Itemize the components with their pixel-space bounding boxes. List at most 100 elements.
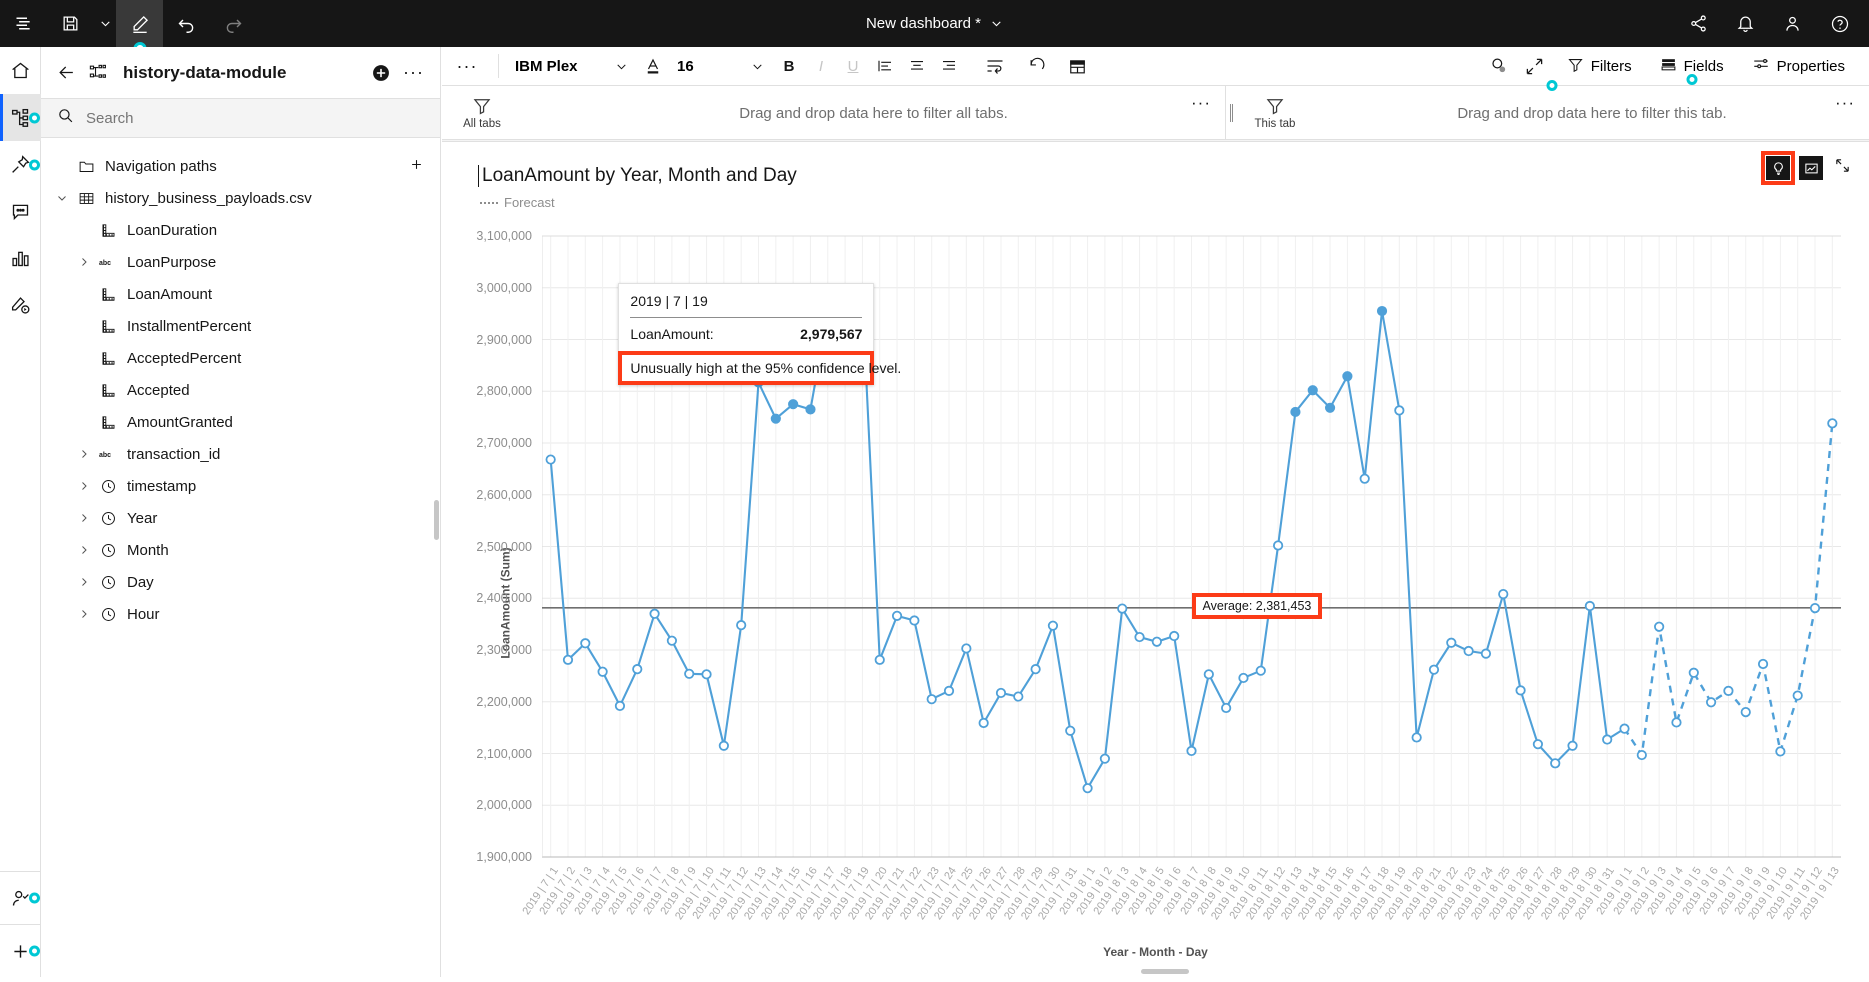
- bold-button[interactable]: B: [773, 47, 805, 86]
- field-tree-item[interactable]: abctransaction_id: [41, 438, 440, 470]
- this-tab-overflow-button[interactable]: ···: [1835, 94, 1855, 111]
- edit-pencil-icon[interactable]: [116, 0, 163, 47]
- sidebar-item-visualizations[interactable]: [0, 235, 41, 282]
- chevron-right-icon[interactable]: [73, 512, 95, 524]
- tab-properties[interactable]: Properties: [1740, 47, 1857, 86]
- field-tree-item[interactable]: abcLoanPurpose: [41, 246, 440, 278]
- field-tree-item[interactable]: Day: [41, 566, 440, 598]
- field-tree-item-label: transaction_id: [127, 446, 220, 463]
- chevron-right-icon[interactable]: [73, 256, 95, 268]
- search-icon: [57, 107, 74, 129]
- y-axis-tick-label: 2,600,000: [476, 488, 532, 502]
- y-axis-tick-label: 1,900,000: [476, 850, 532, 864]
- field-tree-item[interactable]: InstallmentPercent: [41, 310, 440, 342]
- insights-lightbulb-button[interactable]: [1766, 156, 1790, 180]
- chevron-right-icon[interactable]: [73, 448, 95, 460]
- field-tree-item[interactable]: Hour: [41, 598, 440, 630]
- field-tree-item-label: LoanAmount: [127, 286, 212, 303]
- x-axis-ticks: 2019 | 7 | 12019 | 7 | 22019 | 7 | 32019…: [542, 861, 1841, 981]
- all-tabs-overflow-button[interactable]: ···: [1191, 94, 1211, 111]
- font-color-button[interactable]: [637, 47, 669, 86]
- change-visualization-button[interactable]: [1799, 156, 1823, 180]
- filter-bar: All tabs Drag and drop data here to filt…: [442, 86, 1869, 140]
- field-tree-item-label: Navigation paths: [105, 158, 217, 175]
- sidebar-item-pinned[interactable]: [0, 141, 41, 188]
- reset-button[interactable]: [1021, 47, 1053, 86]
- italic-button[interactable]: I: [805, 47, 837, 86]
- field-tree-item[interactable]: AcceptedPercent: [41, 342, 440, 374]
- chart-title[interactable]: LoanAmount by Year, Month and Day: [478, 165, 797, 187]
- field-tree-item[interactable]: Year: [41, 502, 440, 534]
- field-tree-item[interactable]: LoanAmount: [41, 278, 440, 310]
- undo-icon[interactable]: [163, 0, 210, 47]
- sidebar-item-home[interactable]: [0, 47, 41, 94]
- chevron-right-icon[interactable]: [73, 480, 95, 492]
- sidebar-item-comments[interactable]: [0, 188, 41, 235]
- expand-icon[interactable]: [1519, 47, 1551, 86]
- add-source-button[interactable]: [371, 63, 391, 83]
- filter-zone-this-tab[interactable]: This tab Drag and drop data here to filt…: [1235, 86, 1869, 140]
- left-icon-rail: [0, 47, 41, 977]
- field-tree-item[interactable]: AmountGranted: [41, 406, 440, 438]
- save-caret-icon[interactable]: [94, 0, 116, 47]
- field-tree-item[interactable]: Navigation paths: [41, 150, 440, 182]
- dashboard-title-bar: New dashboard *: [0, 0, 1869, 47]
- fields-icon: [1660, 56, 1677, 77]
- field-tree-item[interactable]: timestamp: [41, 470, 440, 502]
- line-chart-plot[interactable]: LoanAmount (Sum) 3,100,0003,000,0002,900…: [442, 228, 1869, 977]
- share-icon[interactable]: [1675, 0, 1722, 47]
- field-tree-item-label: LoanDuration: [127, 222, 217, 239]
- field-tree-item[interactable]: Month: [41, 534, 440, 566]
- measure-icon: [95, 286, 121, 303]
- align-right-button[interactable]: [933, 47, 965, 86]
- font-size-select[interactable]: 16: [669, 58, 715, 75]
- panel-resize-grip[interactable]: [434, 500, 439, 540]
- font-family-select[interactable]: IBM Plex: [505, 58, 605, 75]
- search-zoom-icon[interactable]: [1483, 47, 1515, 86]
- toolbar-overflow-button[interactable]: ···: [442, 47, 492, 86]
- tooltip-metric-label: LoanAmount:: [630, 326, 713, 342]
- chevron-right-icon[interactable]: [73, 576, 95, 588]
- all-tabs-dropzone-text: Drag and drop data here to filter all ta…: [522, 105, 1225, 122]
- chevron-down-icon[interactable]: [990, 17, 1003, 30]
- notification-bell-icon[interactable]: [1722, 0, 1769, 47]
- sidebar-item-sources[interactable]: [0, 94, 41, 141]
- field-tree: Navigation paths history_business_payload…: [41, 138, 440, 630]
- field-tree-item[interactable]: history_business_payloads.csv: [41, 182, 440, 214]
- dashboard-title[interactable]: New dashboard *: [866, 15, 981, 32]
- font-size-chevron-icon[interactable]: [741, 47, 773, 86]
- sidebar-item-user[interactable]: [0, 871, 41, 924]
- chevron-right-icon[interactable]: [73, 608, 95, 620]
- tooltip-metric-value: 2,979,567: [800, 326, 862, 342]
- redo-icon[interactable]: [210, 0, 257, 47]
- align-center-button[interactable]: [901, 47, 933, 86]
- collapse-arrows-icon[interactable]: [1834, 157, 1851, 179]
- panel-overflow-button[interactable]: ···: [403, 62, 424, 83]
- y-axis-tick-label: 2,800,000: [476, 384, 532, 398]
- save-icon[interactable]: [47, 0, 94, 47]
- chevron-down-icon[interactable]: [51, 192, 73, 204]
- help-icon[interactable]: [1816, 0, 1863, 47]
- add-navigation-path-button[interactable]: [409, 157, 424, 176]
- chevron-right-icon[interactable]: [73, 544, 95, 556]
- search-input[interactable]: [86, 110, 386, 127]
- back-arrow-icon[interactable]: [57, 63, 76, 82]
- sidebar-item-add[interactable]: [0, 924, 41, 977]
- menu-list-icon[interactable]: [0, 0, 47, 47]
- tab-fields[interactable]: Fields: [1648, 47, 1736, 86]
- tab-filters[interactable]: Filters: [1555, 47, 1644, 86]
- measure-icon: [95, 350, 121, 367]
- field-tree-item[interactable]: LoanDuration: [41, 214, 440, 246]
- filter-zone-resize-grip[interactable]: [1226, 86, 1235, 139]
- user-avatar-icon[interactable]: [1769, 0, 1816, 47]
- filter-zone-all-tabs[interactable]: All tabs Drag and drop data here to filt…: [442, 86, 1226, 140]
- chart-widget[interactable]: LoanAmount by Year, Month and Day Foreca…: [442, 141, 1869, 977]
- sidebar-item-assistant[interactable]: [0, 282, 41, 329]
- insert-table-button[interactable]: [1061, 47, 1093, 86]
- text-wrap-button[interactable]: [979, 47, 1011, 86]
- underline-button[interactable]: U: [837, 47, 869, 86]
- align-left-button[interactable]: [869, 47, 901, 86]
- font-family-chevron-icon[interactable]: [605, 47, 637, 86]
- chart-horizontal-scrollbar[interactable]: [442, 969, 1869, 975]
- field-tree-item[interactable]: Accepted: [41, 374, 440, 406]
